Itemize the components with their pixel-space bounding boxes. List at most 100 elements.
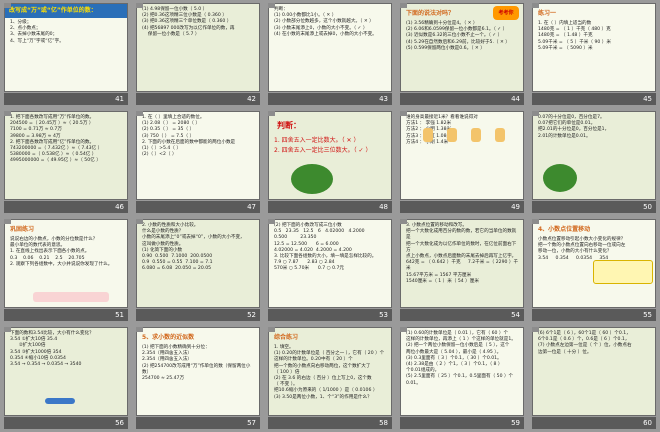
slide-number: 60 [643, 419, 652, 427]
slide-thumbnail[interactable]: 下面的数和3.54比较，大小有什么变化？ 3.54 ①扩大10倍 35.4 ②扩大… [0, 324, 132, 432]
slide-number: 54 [511, 311, 520, 319]
slide-caption-bar: 43 [268, 93, 392, 105]
selection-marker [4, 111, 11, 116]
slide-line: (5) 2.5里面有（ 25 ）个0.1，0.5里面有（ 50 ）个0.01。 [406, 374, 514, 386]
child-illustration [495, 128, 505, 142]
slide-preview[interactable]: 改写成“万”或“亿”作单位的数： 1、分级； 2、点小数点； 3、去掉小数末尾的0； 4… [4, 3, 128, 92]
slide-line: (4) 在小数的末尾添上或去掉0，小数的大小不变。 [274, 31, 377, 37]
slide-line: 6.080 = 6.08 20.050 = 20.05 [142, 266, 212, 272]
slide-thumbnail[interactable]: 判断： (1) 0.00小数都比1小。（ ✕ ） (2) 小数部分位数越多，这个小数… [264, 0, 396, 108]
slide-thumbnail[interactable]: 判断： 1. 四舍五入一定比数大。（ ✕ ） 2. 四舍五入一定比三位数大。（ ✓ … [264, 108, 396, 216]
slide-thumbnail[interactable]: 综合练习 1. 填空。 (1) 0.20的计数单位是（ 百分之一 ），它有（ 20 … [264, 324, 396, 432]
slide-thumbnail[interactable]: (6) 6个1是（ 6 ），60个1是（ 60 ）个0.1， 6个0.1是（ 0.… [528, 324, 660, 432]
slide-preview[interactable]: (2) 把下面的小数改写成三位小数 0.5 23.35 12.5 6 4.0200… [268, 219, 392, 308]
slide-thumbnail[interactable]: 5、求小数的近似数 (1) 把下面的小数精确到十分位： 2.354（用四舍五入法） 2… [132, 324, 264, 432]
slide-preview[interactable]: (6) 6个1是（ 6 ），60个1是（ 60 ）个0.1， 6个0.1是（ 0.… [532, 327, 656, 416]
slide-preview[interactable]: 0.07的十分位是0，百分位是7。 0.07把它们的单位是0.01。 把2.01的十… [532, 111, 656, 200]
slide-preview[interactable]: 巩固练习 说说右边的小数点，小数的分位数是什么？ 最小单位的数代表的意思。 1. 在直… [4, 219, 128, 308]
selection-marker [400, 111, 407, 116]
slide-line: 2. 观察下列各组数中，大小并说说你发现了什么。 [10, 261, 113, 267]
slide-line: 边第一位是（ 十分 ）位。 [538, 349, 592, 355]
slide-caption-bar: 49 [400, 201, 524, 213]
arrow-box [45, 398, 75, 404]
slide-thumbnail[interactable]: (2) 把下面的小数改写成三位小数 0.5 23.35 12.5 6 4.0200… [264, 216, 396, 324]
slide-body: 1. 在（ ）内填上适当的数 1480克 = （ 1 ）千克（ 480 ）克 148… [533, 18, 655, 52]
slide-thumbnail[interactable]: 练习一 1. 在（ ）内填上适当的数 1480克 = （ 1 ）千克（ 480 ）克… [528, 0, 660, 108]
child-illustration [423, 128, 433, 142]
slide-number: 59 [511, 419, 520, 427]
slide-preview[interactable]: 谁的身高最接近1米？看看谁说得对方法1 ： 李强 1.82米方法2 ： 小明 1… [400, 111, 524, 200]
selection-marker [400, 219, 407, 224]
slide-caption-bar: 55 [532, 309, 656, 321]
slide-preview[interactable]: 判断： 1. 四舍五入一定比数大。（ ✕ ） 2. 四舍五入一定比三位数大。（ ✓ … [268, 111, 392, 200]
slide-line: (3) 3.50是两位小数，1、个“3”的作用是什么？ [274, 394, 372, 400]
slide-thumbnail[interactable]: 4、小数点位置移动 小数点位置移动引起小数大小变化的规律？ 把一个数的小数点位置向右… [528, 216, 660, 324]
slide-caption-bar: 52 [136, 309, 260, 321]
slide-preview[interactable]: (1) 4.98保留一位小数（ 5.0 ） (2) 把0.36这项精三位小数是（ … [136, 3, 260, 92]
slide-thumbnail[interactable]: 巩固练习 说说右边的小数点，小数的分位数是什么？ 最小单位的数代表的意思。 1. 在直… [0, 216, 132, 324]
slide-title: 改写成“万”或“亿”作单位的数： [5, 4, 127, 18]
slide-caption-bar: 59 [400, 417, 524, 429]
slide-preview[interactable]: 下面的数和3.54比较，大小有什么变化？ 3.54 ①扩大10倍 35.4 ②扩大… [4, 327, 128, 416]
slide-number: 47 [247, 203, 256, 211]
slide-caption-bar: 41 [4, 93, 128, 105]
slide-thumbnail[interactable]: 1. 把下面各数改写成用“万”作单位的数。 204500 =（ 20.45万 ）≈… [0, 108, 132, 216]
slide-caption-bar: 46 [4, 201, 128, 213]
slide-preview[interactable]: 3. 小数点位置的移动和改写。 把一个大数化成用百分的数的数，若它的当单位的数就是… [400, 219, 524, 308]
slide-line: 4995000000 =（ 49.95亿 ）≈（ 50亿 ） [10, 158, 101, 164]
slide-thumbnail[interactable]: 改写成“万”或“亿”作单位的数： 1、分级； 2、点小数点； 3、去掉小数末尾的0； 4… [0, 0, 132, 108]
selection-marker [532, 327, 539, 332]
slide-thumbnail[interactable]: 1. 在（ ）里填上合适的数位。 (1) 2.08（ ） = 2080（ ） (2)… [132, 108, 264, 216]
slide-body: (1) 0.60的计数单位是（ 0.01 ），它有（ 60 ）个 这样的计数单位，… [401, 328, 523, 387]
slide-thumbnail[interactable]: 下面的说法对吗？ 考考你 (1) 3.56精确到十分位是4。（ ✕ ） (2) 6.0… [396, 0, 528, 108]
selection-marker [268, 3, 275, 8]
slide-thumbnail[interactable]: 0.07的十分位是0，百分位是7。 0.07把它们的单位是0.01。 把2.01的十… [528, 108, 660, 216]
slide-caption-bar: 53 [268, 309, 392, 321]
slide-preview[interactable]: (1) 0.60的计数单位是（ 0.01 ），它有（ 60 ）个 这样的计数单位，… [400, 327, 524, 416]
selection-marker [268, 327, 275, 332]
slide-number: 57 [247, 419, 256, 427]
slide-body: 1. 四舍五入一定比数大。（ ✕ ） 2. 四舍五入一定比三位数大。（ ✓ ） [269, 133, 391, 156]
slide-caption-bar: 50 [532, 201, 656, 213]
slide-line: (5) 0.599保留两位小数是0.6。（ ✕ ） [406, 45, 485, 51]
slide-line: 570米 ○ 5.70米 0.7 ○ 0.7元 [274, 266, 345, 272]
slide-number: 55 [643, 311, 652, 319]
slide-line: 642克 = （ 0.642 ）千克 7.2千米 =（ 2290 ）千米 [406, 260, 519, 272]
slide-number: 58 [379, 419, 388, 427]
slide-preview[interactable]: 练习一 1. 在（ ）内填上适当的数 1480克 = （ 1 ）千克（ 480 ）克… [532, 3, 656, 92]
slide-line: 4、写上“万”字或“亿”字。 [10, 38, 64, 44]
slide-line: (2)（ ）<2（ ） [142, 152, 177, 158]
slide-preview[interactable]: 判断： (1) 0.00小数都比1小。（ ✕ ） (2) 小数部分位数越多，这个小数… [268, 3, 392, 92]
selection-marker [400, 3, 407, 8]
slide-preview[interactable]: 4、小数点位置移动 小数点位置移动引起小数大小变化的规律？ 把一个数的小数点位置向右… [532, 219, 656, 308]
slide-thumbnail[interactable]: (1) 0.60的计数单位是（ 0.01 ），它有（ 60 ）个 这样的计数单位，… [396, 324, 528, 432]
selection-marker [4, 219, 11, 224]
slide-preview[interactable]: 1. 在（ ）里填上合适的数位。 (1) 2.08（ ） = 2080（ ） (2)… [136, 111, 260, 200]
slide-caption-bar: 45 [532, 93, 656, 105]
slide-thumbnail[interactable]: 3. 小数点位置的移动和改写。 把一个大数化成用百分的数的数，若它的当单位的数就是… [396, 216, 528, 324]
slide-title: 练习一 [538, 10, 557, 17]
slide-number: 56 [115, 419, 124, 427]
slide-number: 44 [511, 95, 520, 103]
slide-preview[interactable]: 综合练习 1. 填空。 (1) 0.20的计数单位是（ 百分之一 ），它有（ 20 … [268, 327, 392, 416]
selection-marker [136, 219, 143, 224]
selection-marker [136, 327, 143, 332]
slide-preview[interactable]: 1. 把下面各数改写成用“万”作单位的数。 204500 =（ 20.45万 ）≈… [4, 111, 128, 200]
slide-body: 下面的数和3.54比较，大小有什么变化？ 3.54 ①扩大10倍 35.4 ②扩大… [5, 328, 127, 368]
slide-body: 1. 在（ ）里填上合适的数位。 (1) 2.08（ ） = 2080（ ） (2)… [137, 112, 259, 158]
slide-body: 判断： (1) 0.00小数都比1小。（ ✕ ） (2) 小数部分位数越多，这个小数… [269, 4, 391, 38]
slide-preview[interactable]: 下面的说法对吗？ 考考你 (1) 3.56精确到十分位是4。（ ✕ ） (2) 6.0… [400, 3, 524, 92]
slide-sorter-grid: 改写成“万”或“亿”作单位的数： 1、分级； 2、点小数点； 3、去掉小数末尾的0； 4… [0, 0, 660, 432]
slide-thumbnail[interactable]: 谁的身高最接近1米？看看谁说得对方法1 ： 李强 1.82米方法2 ： 小明 1… [396, 108, 528, 216]
slide-caption-bar: 60 [532, 417, 656, 429]
slide-preview[interactable]: 2. 小数的性质和大小比较。 什么是小数的性质？ 小数的末尾添上“0”或去掉“0”，… [136, 219, 260, 308]
slide-thumbnail[interactable]: 2. 小数的性质和大小比较。 什么是小数的性质？ 小数的末尾添上“0”或去掉“0”，… [132, 216, 264, 324]
selection-marker [400, 327, 407, 332]
hint-box [593, 260, 653, 284]
slide-body: (1) 把下面的小数精确到十分位： 2.354（用四舍五入法） 2.354（用四舍五… [137, 342, 259, 382]
slide-preview[interactable]: 5、求小数的近似数 (1) 把下面的小数精确到十分位： 2.354（用四舍五入法） 2… [136, 327, 260, 416]
selection-marker [532, 219, 539, 224]
slide-line: 254700 ≈ 25.47万 [142, 376, 185, 382]
selection-marker [4, 3, 11, 8]
slide-thumbnail[interactable]: (1) 4.98保留一位小数（ 5.0 ） (2) 把0.36这项精三位小数是（ … [132, 0, 264, 108]
